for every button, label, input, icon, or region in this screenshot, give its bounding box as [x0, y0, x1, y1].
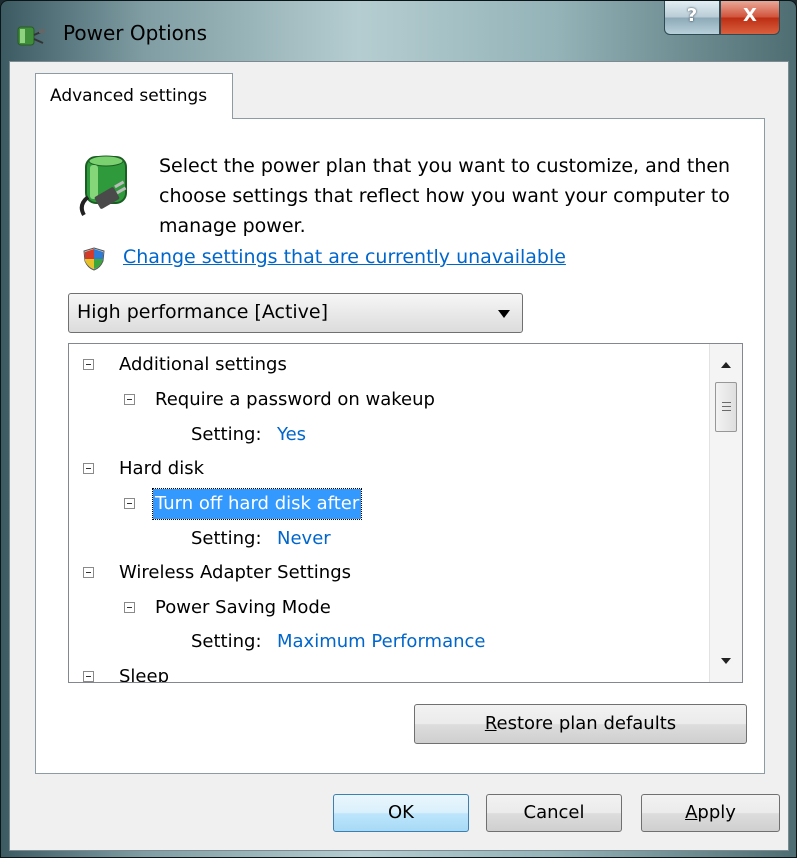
- setting-value[interactable]: Never: [277, 524, 331, 554]
- tree-node-label-selected: Turn off hard disk after: [151, 488, 363, 520]
- restore-plan-defaults-button[interactable]: Restore plan defaults: [414, 704, 747, 744]
- tree-node-label: Require a password on wakeup: [155, 389, 435, 410]
- setting-label: Setting:: [191, 424, 262, 445]
- settings-tree[interactable]: Additional settings Require a password o…: [68, 343, 743, 683]
- restore-mnemonic: R: [484, 713, 497, 734]
- collapse-icon[interactable]: [83, 671, 94, 682]
- restore-label: estore plan defaults: [496, 713, 677, 734]
- tree-node-label: Hard disk: [119, 458, 205, 479]
- title-bar[interactable]: Power Options ? X: [1, 1, 796, 61]
- collapse-icon[interactable]: [83, 567, 94, 578]
- close-button[interactable]: X: [720, 1, 780, 35]
- change-unavailable-settings-link[interactable]: Change settings that are currently unava…: [123, 246, 566, 268]
- collapse-icon[interactable]: [124, 394, 135, 405]
- power-plan-dropdown[interactable]: High performance [Active]: [68, 293, 523, 333]
- scroll-down-arrow-icon[interactable]: [721, 658, 731, 664]
- tree-node-label: Power Saving Mode: [155, 597, 331, 618]
- collapse-icon[interactable]: [124, 602, 135, 613]
- help-button[interactable]: ?: [664, 1, 720, 35]
- collapse-icon[interactable]: [83, 359, 94, 370]
- intro-text: Select the power plan that you want to c…: [159, 155, 731, 237]
- cancel-button[interactable]: Cancel: [486, 794, 622, 832]
- tree-node-label: Sleep: [119, 666, 170, 683]
- power-options-window: Power Options ? X Advanced settings Sele…: [0, 0, 797, 858]
- grip-line: [722, 402, 731, 403]
- scrollbar-thumb[interactable]: [715, 382, 737, 432]
- tree-node-label: Wireless Adapter Settings: [119, 562, 351, 583]
- tree-scrollbar[interactable]: [709, 344, 742, 682]
- setting-label: Setting:: [191, 528, 262, 549]
- apply-label: pply: [697, 802, 736, 823]
- battery-plug-icon: [79, 155, 127, 217]
- grip-line: [722, 410, 731, 411]
- chevron-down-icon[interactable]: [498, 310, 510, 318]
- setting-label: Setting:: [191, 631, 262, 652]
- tree-node-label: Additional settings: [119, 354, 287, 375]
- setting-value[interactable]: Maximum Performance: [277, 627, 485, 657]
- setting-value[interactable]: Yes: [277, 420, 306, 450]
- uac-shield-icon: [83, 247, 105, 271]
- ok-button[interactable]: OK: [333, 794, 469, 832]
- power-options-icon: [17, 26, 45, 46]
- power-plan-selected-value: High performance [Active]: [77, 301, 329, 323]
- apply-mnemonic: A: [685, 802, 698, 823]
- window-title: Power Options: [63, 21, 207, 45]
- apply-button[interactable]: Apply: [641, 794, 780, 832]
- collapse-icon[interactable]: [83, 463, 94, 474]
- grip-line: [722, 406, 731, 407]
- tab-advanced-settings[interactable]: Advanced settings: [35, 73, 233, 119]
- collapse-icon[interactable]: [124, 498, 135, 509]
- scroll-up-arrow-icon[interactable]: [721, 362, 731, 368]
